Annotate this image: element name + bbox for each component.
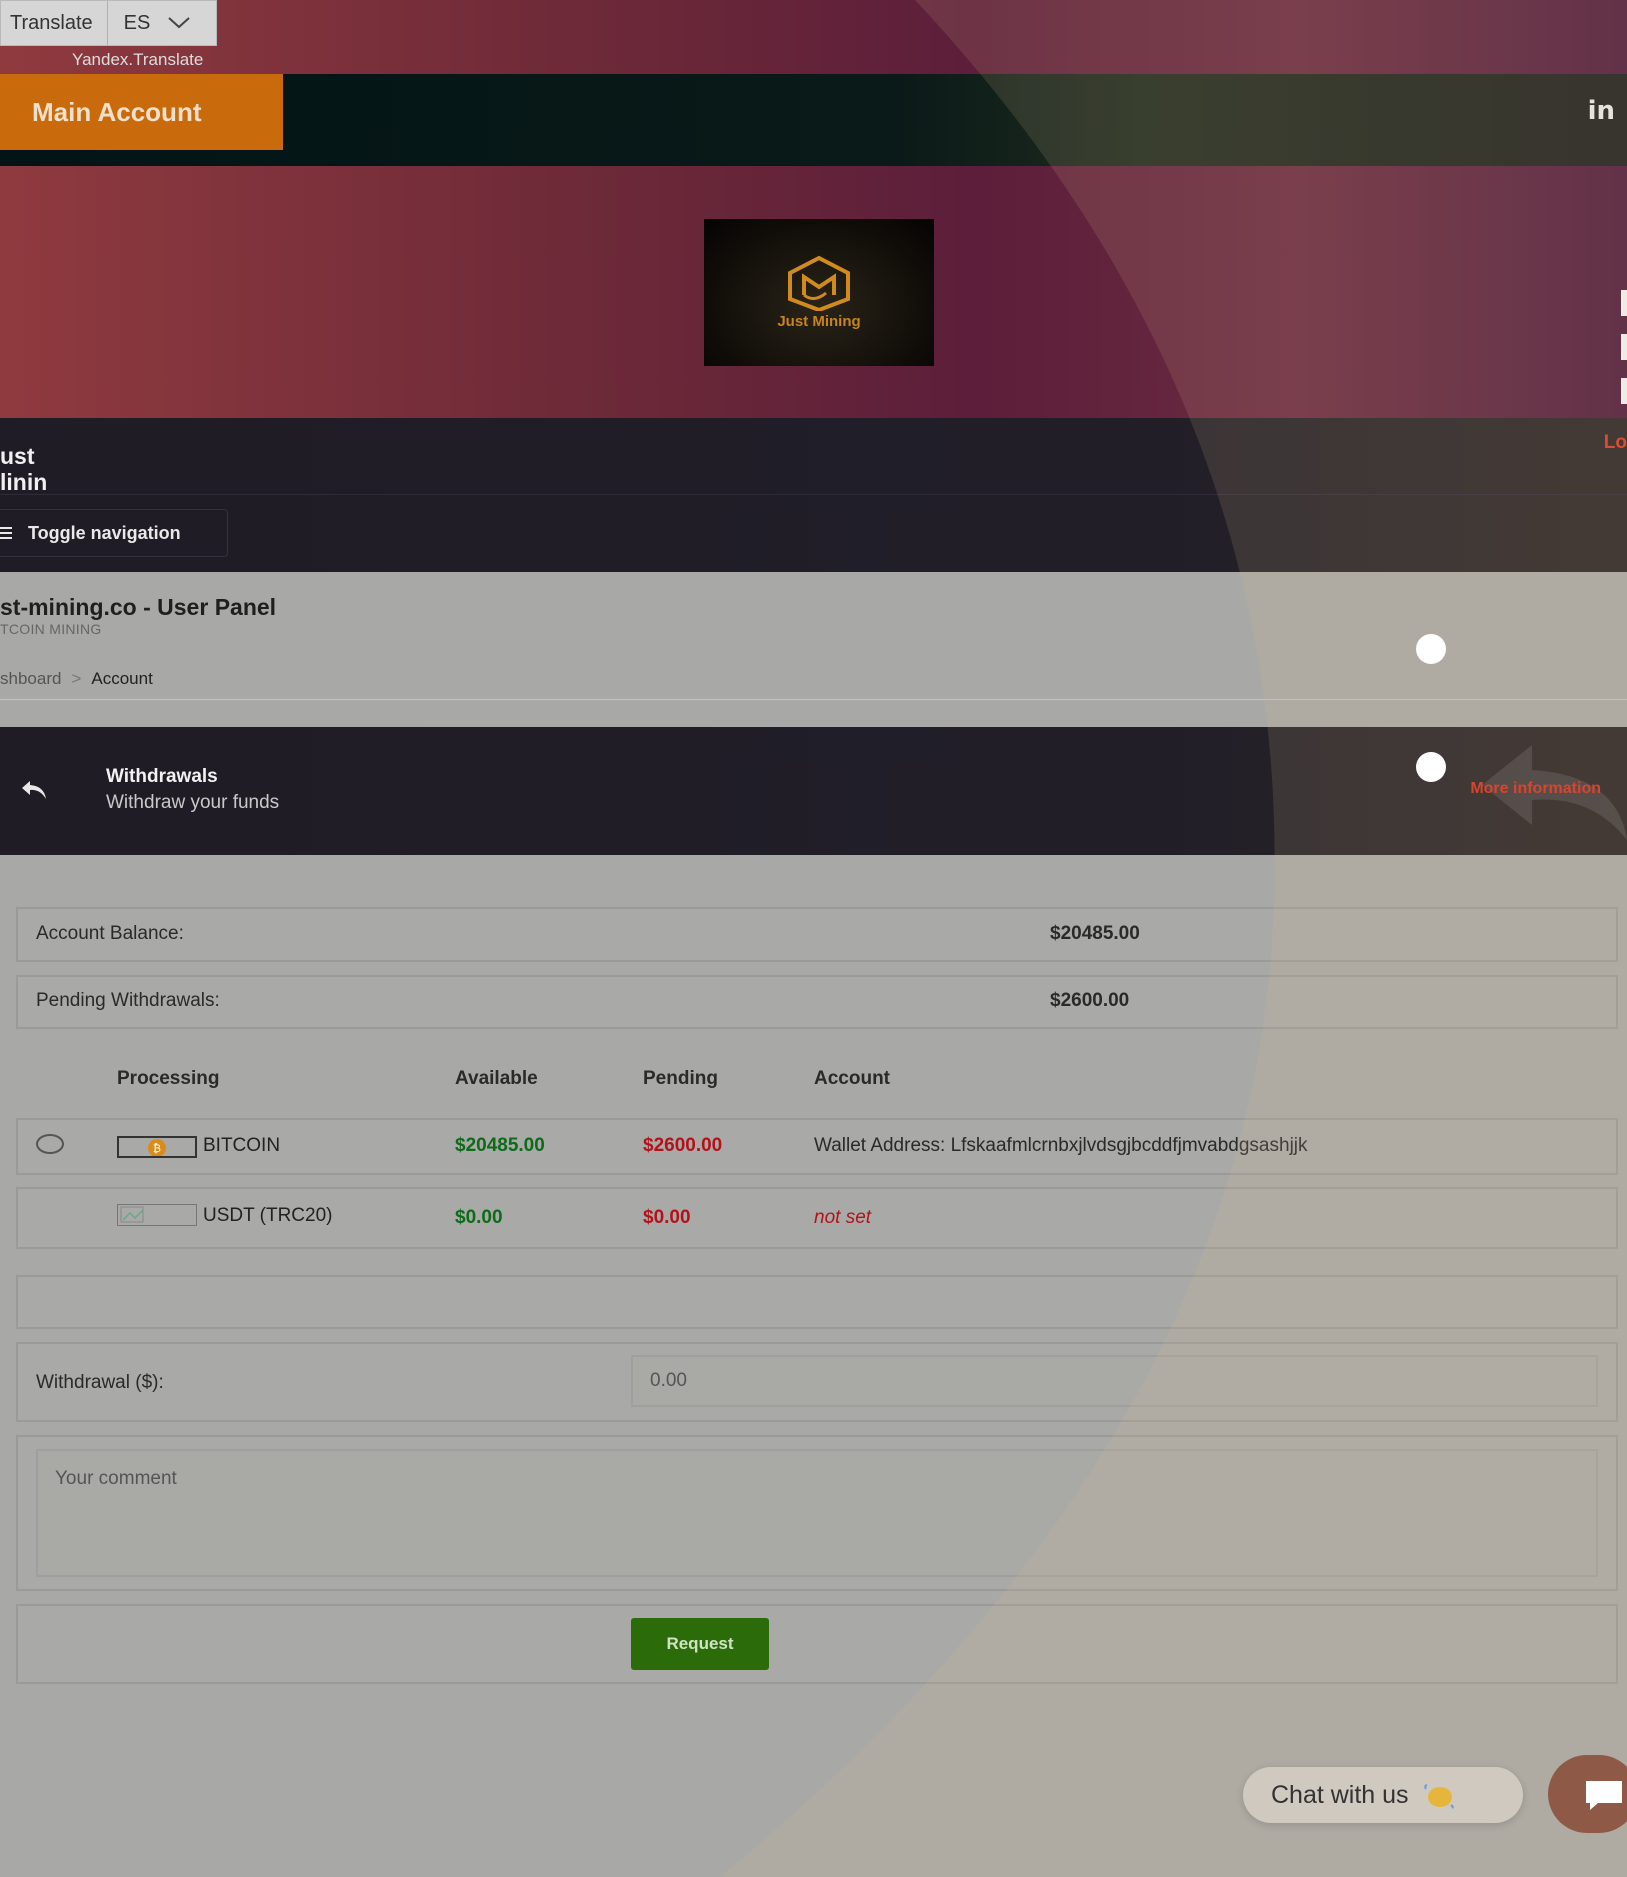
account-balance-row: Account Balance: $20485.00 [16, 907, 1618, 962]
chat-open-button[interactable] [1548, 1755, 1627, 1833]
bitcoin-logo: ₿ [117, 1136, 197, 1158]
breadcrumb-separator: > [71, 669, 82, 688]
indicator-dot [1416, 752, 1446, 782]
usdt-pending: $0.00 [643, 1207, 691, 1228]
main-account-button[interactable]: Main Account [0, 74, 283, 150]
site-logo[interactable]: Just Mining [704, 219, 934, 366]
translate-button[interactable]: Translate [1, 1, 108, 45]
bitcoin-radio[interactable] [36, 1134, 64, 1154]
translate-widget: Translate ES [0, 0, 217, 46]
header-processing: Processing [117, 1068, 220, 1089]
usdt-logo [117, 1204, 197, 1226]
chevron-down-icon [168, 17, 190, 29]
bitcoin-available: $20485.00 [455, 1135, 545, 1156]
bitcoin-pending: $2600.00 [643, 1135, 723, 1156]
bitcoin-icon: ₿ [148, 1139, 166, 1157]
header-pending: Pending [643, 1068, 718, 1089]
page-title: st-mining.co - User Panel [0, 594, 277, 620]
page-subtitle: TCOIN MINING [0, 621, 102, 637]
hamburger-icon [0, 527, 12, 539]
more-information-link[interactable]: More information [1470, 780, 1601, 798]
logout-link[interactable]: Lo [1604, 432, 1627, 454]
yandex-translate-link[interactable]: Yandex.Translate [72, 50, 203, 70]
header-available: Available [455, 1068, 538, 1089]
yandex-text: Yandex.Translate [72, 50, 204, 69]
breadcrumb-divider [0, 699, 1627, 700]
pending-withdrawals-row: Pending Withdrawals: $2600.00 [16, 975, 1618, 1029]
waving-hand-icon [1423, 1784, 1454, 1810]
withdrawals-title: Withdrawals [106, 766, 218, 787]
indicator-dot [1416, 634, 1446, 664]
chat-with-us-button[interactable]: Chat with us [1243, 1767, 1523, 1823]
account-balance-label: Account Balance: [36, 923, 184, 944]
breadcrumb-current: Account [91, 669, 153, 688]
bitcoin-account: Wallet Address: Lfskaafmlcrnbxjlvdsgjbcd… [814, 1135, 1308, 1156]
usdt-available: $0.00 [455, 1207, 503, 1228]
divider [0, 494, 1627, 495]
svg-text:₿: ₿ [153, 1142, 161, 1155]
chat-bubble-icon [1586, 1781, 1622, 1810]
request-button[interactable]: Request [631, 1618, 769, 1670]
brand-line-2: linin [0, 469, 48, 495]
header-account: Account [814, 1068, 890, 1089]
language-select[interactable]: ES [107, 1, 216, 45]
linkedin-icon[interactable]: in [1588, 96, 1615, 126]
usdt-account: not set [814, 1207, 872, 1228]
breadcrumb: shboard > Account [0, 669, 153, 689]
usdt-name: USDT (TRC20) [203, 1205, 333, 1226]
withdrawals-info-box [0, 727, 1627, 855]
brand-line-1: ust [0, 443, 35, 469]
account-balance-value: $20485.00 [1050, 923, 1140, 944]
logo-text: Just Mining [777, 313, 861, 330]
side-indicators [1621, 290, 1627, 420]
toggle-navigation-label: Toggle navigation [28, 523, 181, 543]
broken-image-icon [120, 1206, 144, 1223]
pending-withdrawals-value: $2600.00 [1050, 990, 1130, 1011]
toggle-navigation-button[interactable]: Toggle navigation [0, 509, 228, 557]
pending-withdrawals-label: Pending Withdrawals: [36, 990, 220, 1011]
empty-row [16, 1275, 1618, 1329]
logo-hexagon-icon [788, 255, 850, 311]
withdrawals-subtitle: Withdraw your funds [106, 792, 280, 813]
withdrawal-label: Withdrawal ($): [36, 1372, 164, 1393]
brand-name[interactable]: ust linin [0, 443, 47, 495]
bitcoin-name: BITCOIN [203, 1135, 281, 1156]
language-value: ES [123, 12, 151, 34]
request-row [16, 1604, 1618, 1684]
withdrawal-amount-input[interactable]: 0.00 [631, 1355, 1598, 1407]
chat-label: Chat with us [1271, 1781, 1409, 1809]
comment-textarea[interactable]: Your comment [36, 1449, 1598, 1577]
undo-icon [22, 781, 46, 799]
brand-bar [0, 418, 1627, 572]
breadcrumb-dashboard[interactable]: shboard [0, 669, 61, 689]
